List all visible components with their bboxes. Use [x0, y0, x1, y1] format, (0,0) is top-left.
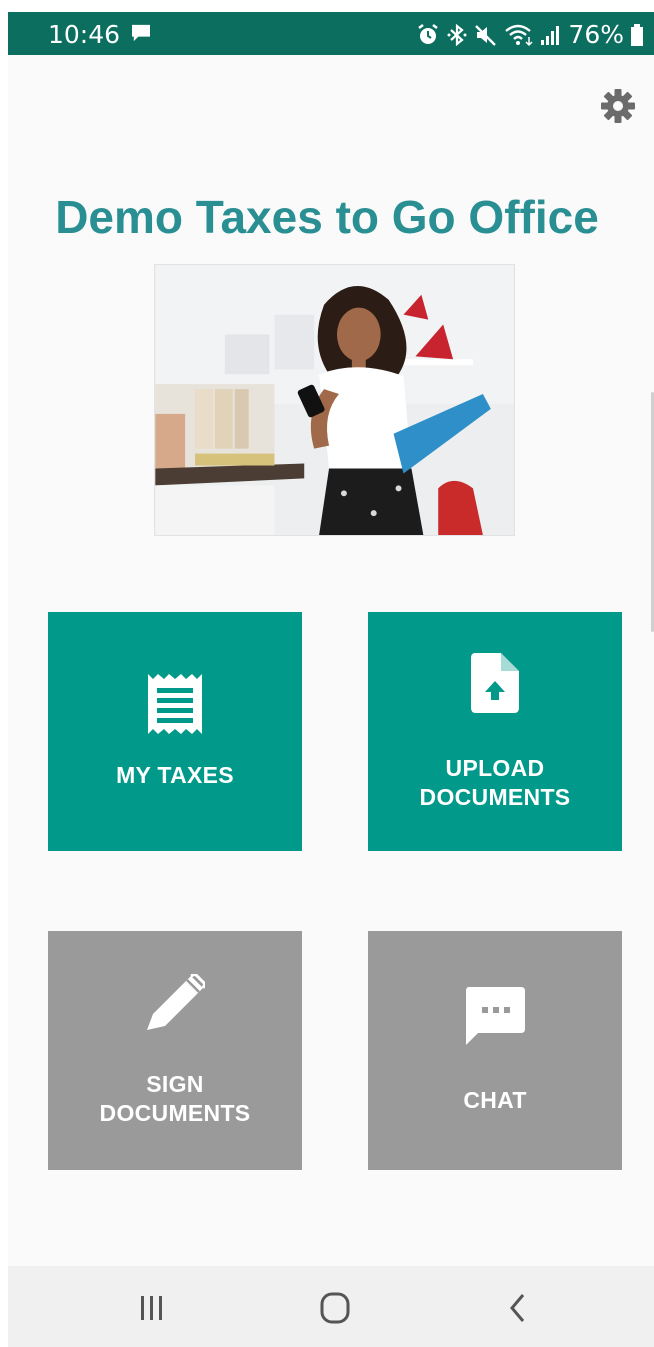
- status-time: 10:46: [48, 20, 121, 49]
- settings-gear-icon[interactable]: [598, 86, 638, 126]
- status-icons: 76%: [416, 20, 644, 49]
- recents-icon[interactable]: [132, 1290, 172, 1326]
- my-taxes-button[interactable]: MY TAXES: [48, 612, 302, 851]
- wifi-icon: [505, 24, 533, 46]
- back-icon[interactable]: [498, 1290, 538, 1326]
- battery-percent: 76%: [568, 20, 624, 49]
- home-icon[interactable]: [315, 1290, 355, 1326]
- battery-icon: [631, 23, 643, 46]
- system-nav-bar: [8, 1266, 654, 1347]
- tile-label-sign-documents: SIGN DOCUMENTS: [99, 1070, 251, 1126]
- mute-icon: [475, 24, 497, 46]
- file-upload-icon: [471, 652, 519, 713]
- status-bar: 10:46 76%: [8, 12, 654, 55]
- signal-icon: [541, 25, 560, 45]
- pen-icon: [147, 973, 205, 1030]
- chat-icon: [466, 987, 525, 1045]
- app-screen: 10:46 76% Demo Taxes to Go Office MY TAX…: [8, 12, 654, 1347]
- receipt-icon: [148, 674, 202, 734]
- tile-label-upload-documents: UPLOAD DOCUMENTS: [419, 754, 571, 810]
- message-icon: [132, 24, 150, 42]
- alarm-icon: [418, 23, 439, 44]
- upload-documents-button[interactable]: UPLOAD DOCUMENTS: [368, 612, 622, 851]
- tile-label-my-taxes: MY TAXES: [116, 762, 234, 788]
- sign-documents-button[interactable]: SIGN DOCUMENTS: [48, 931, 302, 1170]
- app-title: Demo Taxes to Go Office: [55, 191, 599, 243]
- tile-label-chat: CHAT: [463, 1087, 527, 1113]
- hero-photo: [154, 264, 515, 536]
- chat-button[interactable]: CHAT: [368, 931, 622, 1170]
- bluetooth-icon: [447, 23, 467, 46]
